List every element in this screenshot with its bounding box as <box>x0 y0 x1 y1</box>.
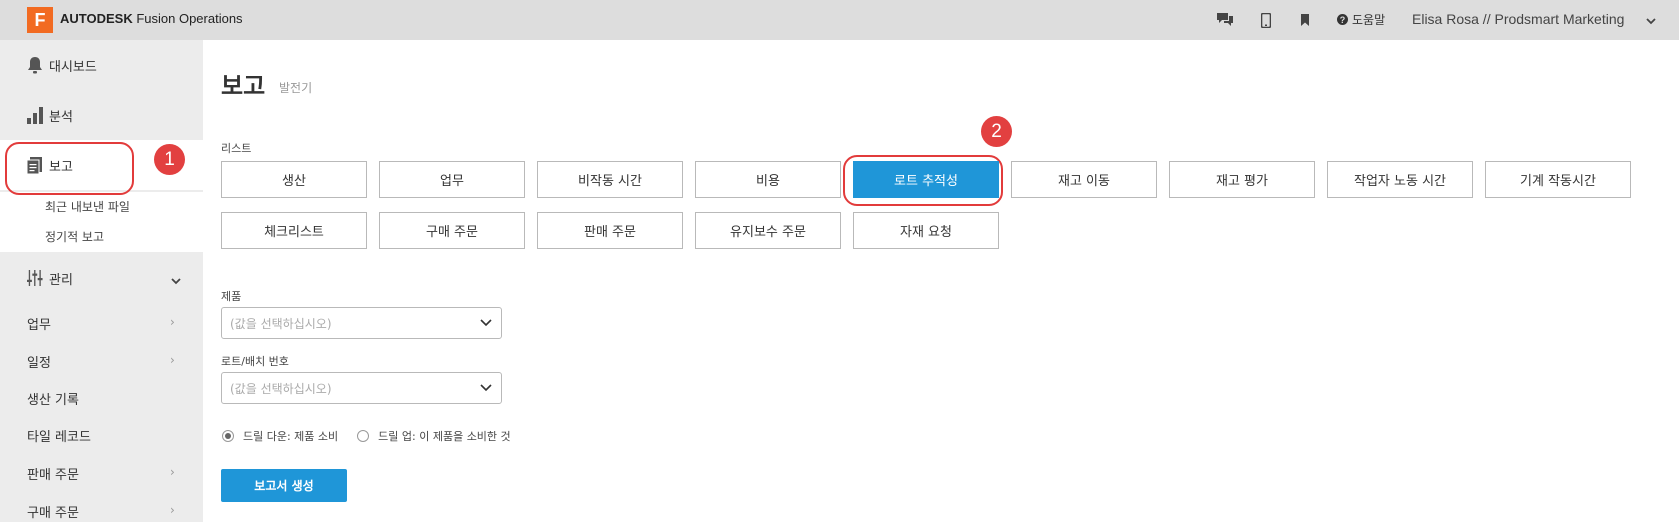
report-type-checklist[interactable]: 체크리스트 <box>221 212 367 249</box>
drill-direction-options: 드릴 다운: 제품 소비 드릴 업: 이 제품을 소비한 것 <box>222 428 511 444</box>
bar-chart-icon <box>27 106 43 124</box>
list-label: 리스트 <box>221 142 252 155</box>
sidebar-subitem-scheduled-reports[interactable]: 정기적 보고 <box>45 228 104 245</box>
lot-batch-select[interactable]: (값을 선택하십시오) <box>221 372 502 404</box>
sidebar-item-analytics[interactable]: 분석 <box>0 90 203 140</box>
chevron-down-icon <box>479 317 493 332</box>
sidebar: 대시보드 분석 보고 최근 내보낸 파일 정기적 보고 관리 업무 › 일정 ›… <box>0 40 203 522</box>
sidebar-item-dashboard[interactable]: 대시보드 <box>0 40 203 90</box>
help-label: 도움말 <box>1352 13 1386 27</box>
sidebar-subitem-recent-exports[interactable]: 최근 내보낸 파일 <box>45 198 130 215</box>
mobile-icon[interactable] <box>1256 10 1276 30</box>
sidebar-nav-tasks[interactable]: 업무 <box>27 314 51 333</box>
bell-icon <box>27 56 43 74</box>
report-type-purchase-orders[interactable]: 구매 주문 <box>379 212 525 249</box>
report-type-worker-hours[interactable]: 작업자 노동 시간 <box>1327 161 1473 198</box>
sidebar-item-label: 대시보드 <box>49 59 97 75</box>
report-type-material-requests[interactable]: 자재 요청 <box>853 212 999 249</box>
chevron-right-icon: › <box>170 465 175 479</box>
question-icon: ? <box>1337 14 1348 25</box>
product-placeholder: (값을 선택하십시오) <box>230 316 332 331</box>
chevron-down-icon <box>479 382 493 397</box>
page-subtitle: 발전기 <box>279 81 313 95</box>
chat-icon[interactable] <box>1215 10 1235 30</box>
report-type-production[interactable]: 생산 <box>221 161 367 198</box>
brand-bold: AUTODESK <box>60 11 133 26</box>
fusion-logo-icon[interactable]: F <box>27 7 53 33</box>
brand-rest: Fusion Operations <box>132 11 243 26</box>
report-type-machine-hours[interactable]: 기계 작동시간 <box>1485 161 1631 198</box>
annotation-ring-reports <box>5 142 134 195</box>
drill-down-radio[interactable] <box>222 430 234 442</box>
sliders-icon <box>27 269 43 287</box>
chevron-right-icon: › <box>170 503 175 517</box>
lot-batch-label: 로트/배치 번호 <box>221 355 289 368</box>
report-type-tasks[interactable]: 업무 <box>379 161 525 198</box>
lot-batch-placeholder: (값을 선택하십시오) <box>230 381 332 396</box>
chevron-right-icon: › <box>170 315 175 329</box>
drill-up-radio[interactable] <box>357 430 370 442</box>
report-type-maintenance-orders[interactable]: 유지보수 주문 <box>695 212 841 249</box>
report-type-downtime[interactable]: 비작동 시간 <box>537 161 683 198</box>
sidebar-item-label: 관리 <box>49 272 73 288</box>
sidebar-nav-production-records[interactable]: 생산 기록 <box>27 389 79 408</box>
report-type-stock-valuation[interactable]: 재고 평가 <box>1169 161 1315 198</box>
chevron-down-icon[interactable] <box>1645 12 1657 31</box>
generate-report-button[interactable]: 보고서 생성 <box>221 469 347 502</box>
report-type-lot-traceability[interactable]: 로트 추적성 <box>853 161 999 198</box>
help-link[interactable]: ? 도움말 <box>1337 11 1385 28</box>
report-type-cost[interactable]: 비용 <box>695 161 841 198</box>
drill-down-label: 드릴 다운: 제품 소비 <box>243 430 339 443</box>
report-type-sales-orders[interactable]: 판매 주문 <box>537 212 683 249</box>
drill-up-label: 드릴 업: 이 제품을 소비한 것 <box>378 430 511 443</box>
product-select[interactable]: (값을 선택하십시오) <box>221 307 502 339</box>
sidebar-nav-schedule[interactable]: 일정 <box>27 352 51 371</box>
sidebar-item-label: 분석 <box>49 109 73 125</box>
chevron-right-icon: › <box>170 353 175 367</box>
page-title: 보고 <box>221 72 266 100</box>
user-account-menu[interactable]: Elisa Rosa // Prodsmart Marketing <box>1412 11 1624 27</box>
sidebar-nav-time-records[interactable]: 타일 레코드 <box>27 426 91 445</box>
top-bar: F AUTODESK Fusion Operations ? 도움말 Elisa… <box>0 0 1679 40</box>
annotation-badge-1: 1 <box>154 144 185 175</box>
bookmark-icon[interactable] <box>1295 10 1315 30</box>
sidebar-nav-purchase-orders[interactable]: 구매 주문 <box>27 502 79 521</box>
product-label: 제품 <box>221 290 242 303</box>
sidebar-nav-sales-orders[interactable]: 판매 주문 <box>27 464 79 483</box>
chevron-down-icon[interactable] <box>170 272 182 291</box>
report-type-stock-movements[interactable]: 재고 이동 <box>1011 161 1157 198</box>
annotation-badge-2: 2 <box>981 116 1012 147</box>
brand-name[interactable]: AUTODESK Fusion Operations <box>60 11 243 26</box>
